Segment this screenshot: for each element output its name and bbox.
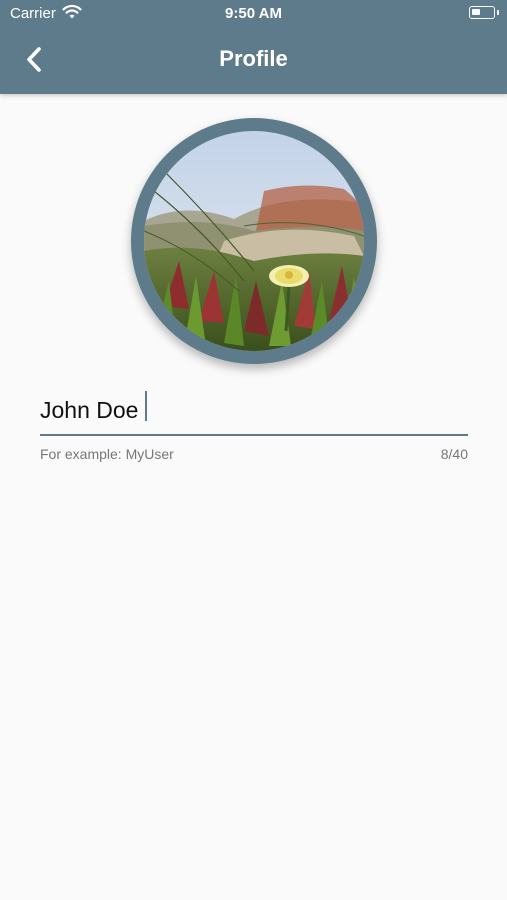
- name-field[interactable]: [40, 386, 468, 438]
- page-title: Profile: [219, 46, 288, 71]
- app-bar: Carrier 9:50 AM Profile: [0, 0, 507, 94]
- name-input[interactable]: [40, 386, 468, 434]
- field-underline: [40, 434, 468, 436]
- character-counter: 8/40: [440, 446, 468, 462]
- battery-icon: [469, 6, 499, 19]
- status-bar: Carrier 9:50 AM: [0, 0, 507, 28]
- avatar-photo: [144, 131, 364, 351]
- profile-avatar[interactable]: [131, 118, 377, 364]
- status-time: 9:50 AM: [225, 5, 282, 22]
- text-caret: [145, 391, 147, 421]
- helper-text: For example: MyUser: [40, 446, 174, 462]
